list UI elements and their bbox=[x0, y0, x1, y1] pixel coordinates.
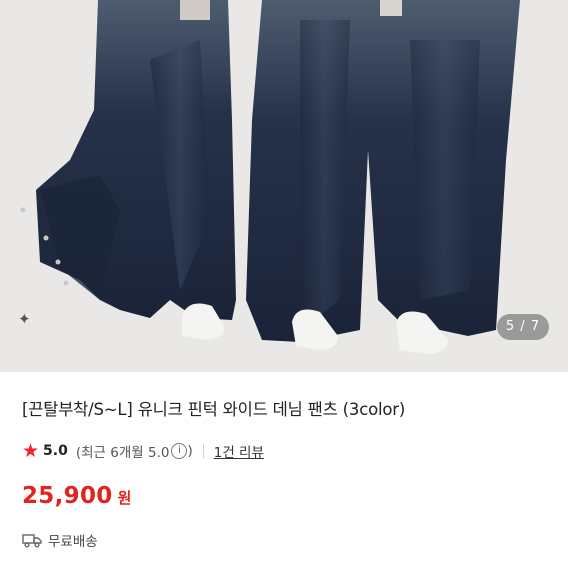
currency-label: 원 bbox=[117, 489, 132, 507]
rating-row: ★ 5.0 (최근 6개월 5.0 i ) 1건 리뷰 bbox=[22, 440, 264, 462]
price-value: 25,900 bbox=[22, 483, 113, 509]
truck-icon bbox=[22, 534, 42, 548]
star-icon: ★ bbox=[22, 439, 40, 462]
product-title: [끈탈부착/S~L] 유니크 핀턱 와이드 데님 팬츠 (3color) bbox=[22, 400, 406, 419]
shipping-label: 무료배송 bbox=[48, 534, 98, 550]
info-icon[interactable]: i bbox=[171, 443, 188, 459]
divider bbox=[202, 444, 204, 458]
price-row: 25,900 원 bbox=[22, 483, 131, 509]
product-image-gallery[interactable]: ✦ 5 / 7 bbox=[0, 0, 568, 372]
rating-detail-close: ) bbox=[187, 443, 193, 459]
review-count-link[interactable]: 1건 리뷰 bbox=[214, 441, 264, 461]
shipping-row: 무료배송 bbox=[22, 530, 98, 550]
image-counter: 5 / 7 bbox=[497, 314, 549, 340]
rating-score: 5.0 bbox=[43, 443, 68, 459]
product-photo bbox=[20, 0, 520, 354]
rating-detail: (최근 6개월 5.0 bbox=[75, 445, 170, 461]
sparkle-icon: ✦ bbox=[18, 310, 31, 328]
